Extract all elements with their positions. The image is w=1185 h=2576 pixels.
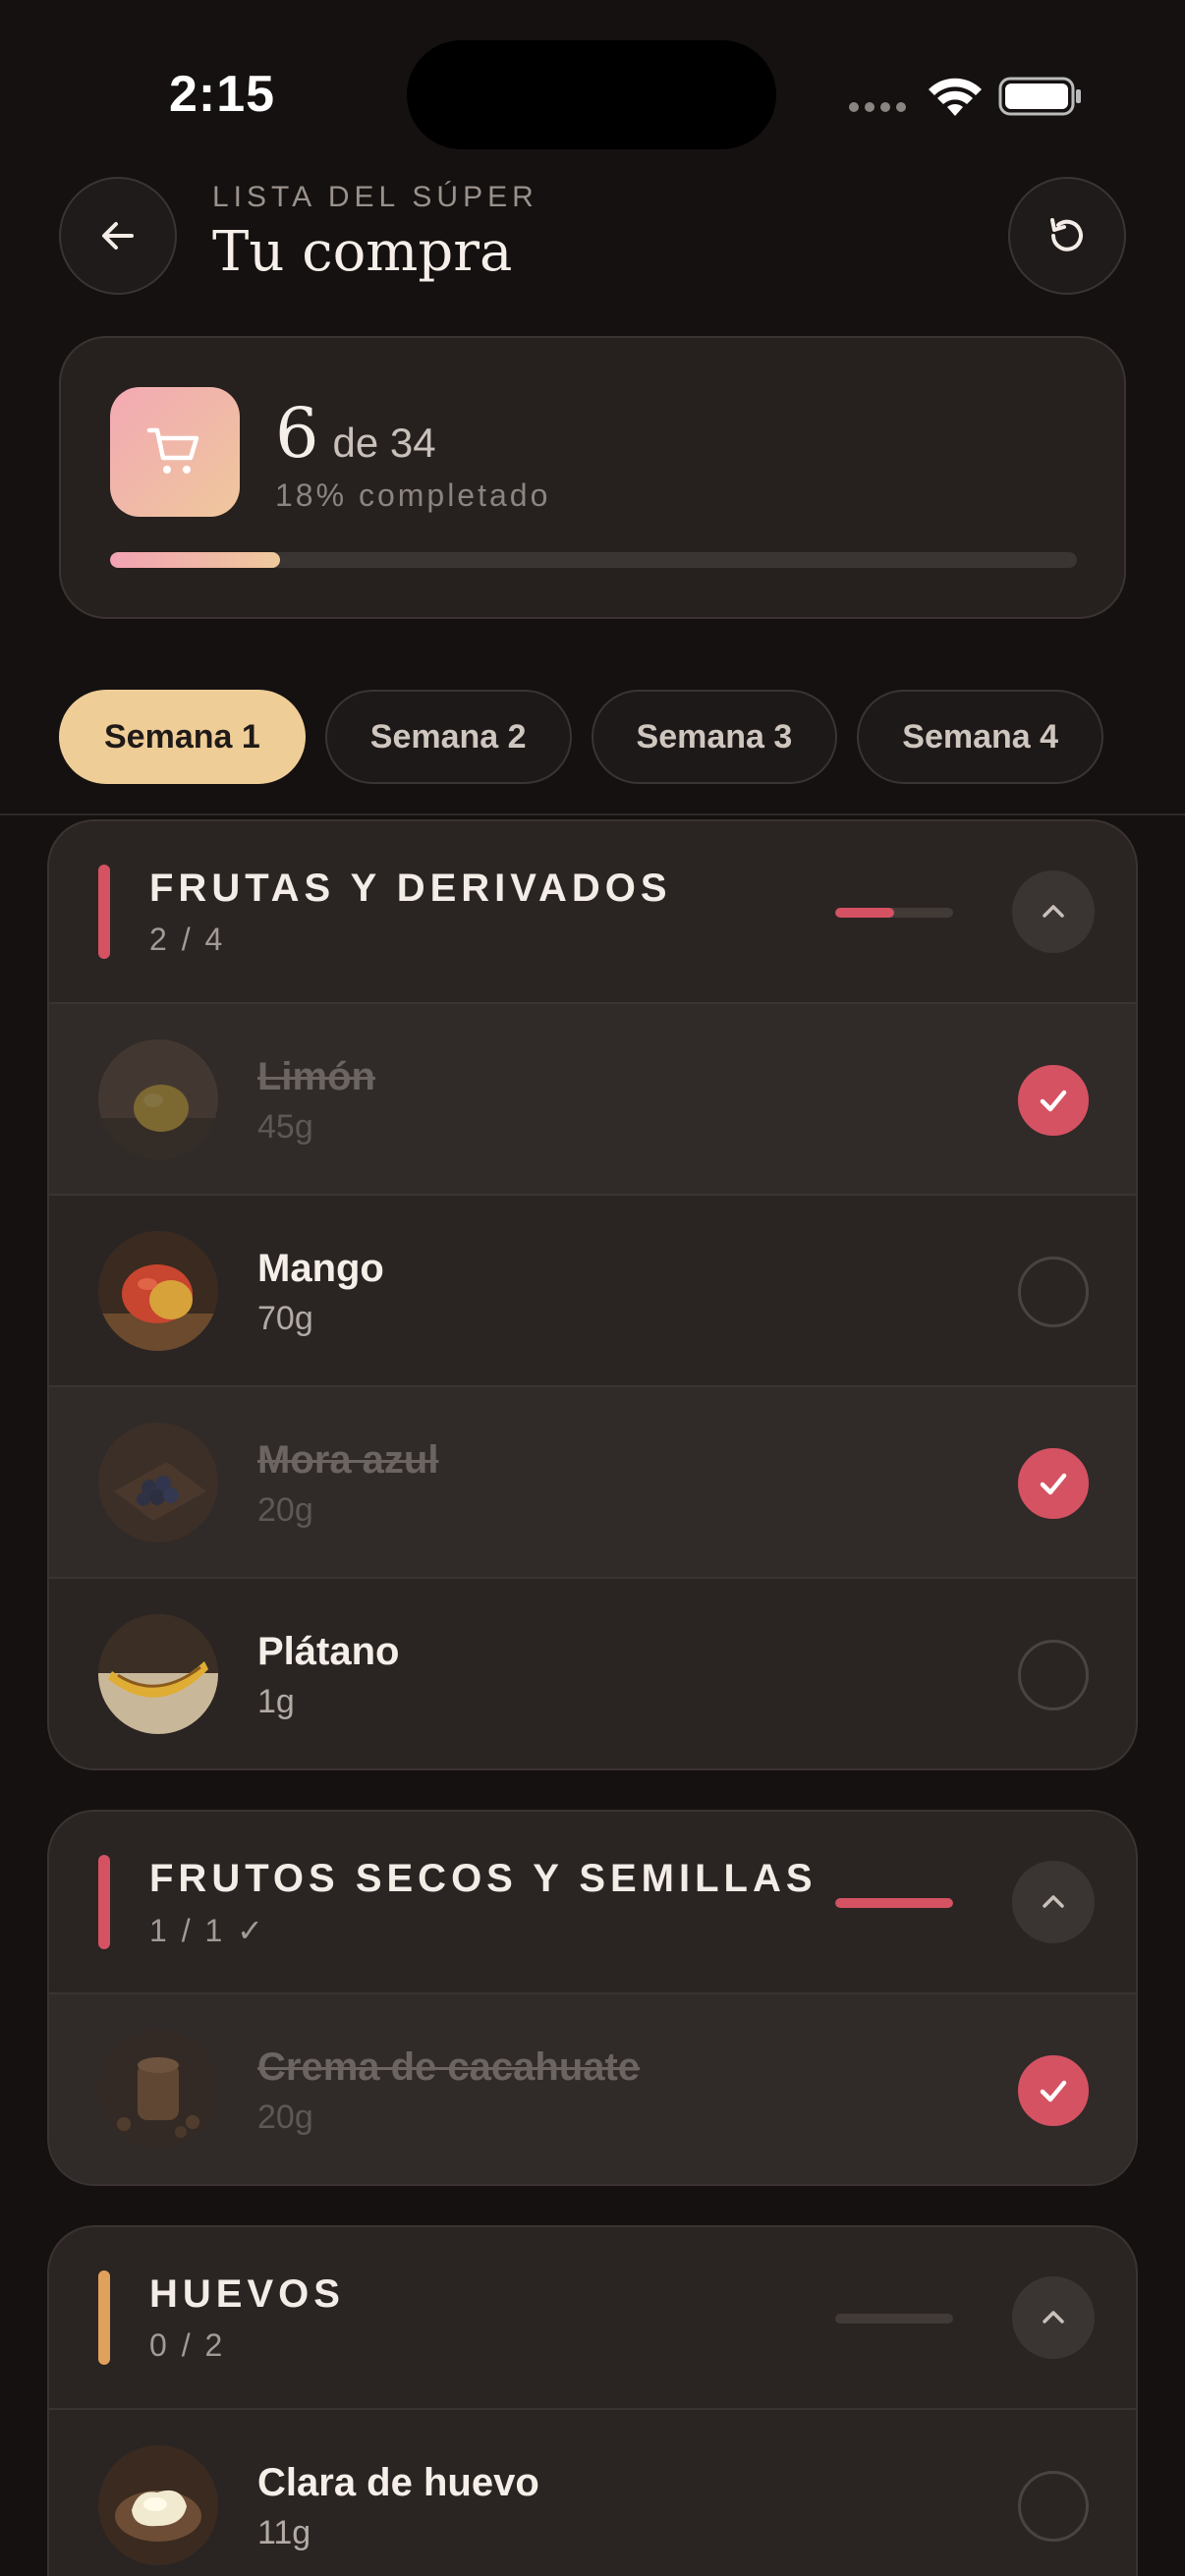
tab-semana-2[interactable]: Semana 2 bbox=[324, 690, 572, 784]
item-name: Clara de huevo bbox=[257, 2461, 539, 2504]
peanut-butter-photo bbox=[98, 2030, 218, 2150]
category-progress-fill bbox=[835, 908, 894, 918]
item-checkbox[interactable] bbox=[1018, 1257, 1089, 1327]
chevron-up-icon bbox=[1043, 2311, 1064, 2324]
progress-count: 6 de 34 bbox=[275, 393, 436, 474]
week-tabs: Semana 1 Semana 2 Semana 3 Semana 4 bbox=[59, 690, 1104, 784]
shopping-cart-icon bbox=[146, 427, 199, 474]
page-title: Tu compra bbox=[212, 220, 513, 284]
wifi-icon bbox=[929, 78, 982, 116]
status-time: 2:15 bbox=[169, 66, 276, 123]
back-button[interactable] bbox=[59, 177, 177, 295]
chevron-up-icon bbox=[1043, 905, 1064, 918]
battery-icon bbox=[998, 77, 1081, 116]
category-progress bbox=[835, 2314, 953, 2324]
item-checkbox[interactable] bbox=[1018, 1065, 1089, 1136]
status-bar: 2:15 bbox=[0, 0, 1185, 167]
category-card-frutos-secos: FRUTOS SECOS Y SEMILLAS 1 / 1 ✓ Crema de… bbox=[47, 1810, 1138, 2186]
category-count: 2 / 4 bbox=[149, 922, 226, 957]
check-icon bbox=[1040, 1090, 1067, 1112]
lemon-photo bbox=[98, 1039, 218, 1159]
category-accent-bar bbox=[98, 1855, 110, 1949]
collapse-button[interactable] bbox=[1012, 2276, 1095, 2359]
check-icon bbox=[1040, 2080, 1067, 2102]
list-item[interactable]: Crema de cacahuate 20g bbox=[49, 1992, 1136, 2184]
list-item[interactable]: Mora azul 20g bbox=[49, 1385, 1136, 1577]
item-checkbox[interactable] bbox=[1018, 2055, 1089, 2126]
category-header[interactable]: FRUTAS Y DERIVADOS 2 / 4 bbox=[49, 821, 1136, 1002]
collapse-button[interactable] bbox=[1012, 1861, 1095, 1943]
progress-card: 6 de 34 18% completado bbox=[59, 336, 1126, 619]
progress-total: de 34 bbox=[332, 420, 436, 466]
item-name: Limón bbox=[257, 1055, 375, 1098]
item-name: Plátano bbox=[257, 1630, 400, 1673]
list-item[interactable]: Plátano 1g bbox=[49, 1577, 1136, 1768]
category-title: FRUTAS Y DERIVADOS bbox=[149, 867, 672, 910]
egg-white-photo bbox=[98, 2445, 218, 2565]
item-checkbox[interactable] bbox=[1018, 2471, 1089, 2542]
tab-semana-1[interactable]: Semana 1 bbox=[59, 690, 306, 784]
item-checkbox[interactable] bbox=[1018, 1640, 1089, 1710]
item-name: Mora azul bbox=[257, 1438, 439, 1482]
arrow-left-icon bbox=[102, 222, 134, 250]
blueberries-photo bbox=[98, 1423, 218, 1542]
category-card-huevos: HUEVOS 0 / 2 Clara de huevo 11g bbox=[47, 2225, 1138, 2576]
item-checkbox[interactable] bbox=[1018, 1448, 1089, 1519]
rotate-ccw-icon bbox=[1050, 218, 1083, 252]
category-progress bbox=[835, 908, 953, 918]
category-title: FRUTOS SECOS Y SEMILLAS bbox=[149, 1857, 818, 1900]
divider bbox=[0, 813, 1185, 815]
item-quantity: 1g bbox=[257, 1683, 295, 1720]
item-quantity: 20g bbox=[257, 2099, 313, 2136]
mango-photo bbox=[98, 1231, 218, 1351]
cellular-signal-icon bbox=[849, 102, 906, 112]
reset-button[interactable] bbox=[1008, 177, 1126, 295]
progress-done: 6 bbox=[275, 393, 319, 474]
item-name: Mango bbox=[257, 1247, 384, 1290]
progress-bar bbox=[110, 552, 1077, 568]
category-accent-bar bbox=[98, 2270, 110, 2365]
tab-semana-3[interactable]: Semana 3 bbox=[591, 690, 838, 784]
category-accent-bar bbox=[98, 865, 110, 959]
item-quantity: 20g bbox=[257, 1491, 313, 1529]
chevron-up-icon bbox=[1043, 1895, 1064, 1908]
banana-photo bbox=[98, 1614, 218, 1734]
category-card-frutas: FRUTAS Y DERIVADOS 2 / 4 Limón 45g Mango… bbox=[47, 819, 1138, 1770]
category-progress bbox=[835, 1898, 953, 1908]
category-header[interactable]: HUEVOS 0 / 2 bbox=[49, 2227, 1136, 2408]
item-quantity: 45g bbox=[257, 1108, 313, 1146]
cart-icon-tile bbox=[110, 387, 240, 517]
check-icon bbox=[1040, 1473, 1067, 1495]
list-item[interactable]: Mango 70g bbox=[49, 1194, 1136, 1385]
item-quantity: 11g bbox=[257, 2514, 311, 2551]
list-item[interactable]: Limón 45g bbox=[49, 1002, 1136, 1194]
category-title: HUEVOS bbox=[149, 2272, 345, 2316]
collapse-button[interactable] bbox=[1012, 870, 1095, 953]
category-count: 1 / 1 ✓ bbox=[149, 1913, 266, 1948]
item-name: Crema de cacahuate bbox=[257, 2045, 641, 2089]
dynamic-island bbox=[407, 40, 776, 149]
progress-percent: 18% completado bbox=[275, 477, 551, 513]
header-eyebrow: LISTA DEL SÚPER bbox=[212, 181, 538, 213]
progress-bar-fill bbox=[110, 552, 281, 568]
category-count: 0 / 2 bbox=[149, 2327, 226, 2363]
category-header[interactable]: FRUTOS SECOS Y SEMILLAS 1 / 1 ✓ bbox=[49, 1812, 1136, 1992]
item-quantity: 70g bbox=[257, 1300, 313, 1337]
category-progress-fill bbox=[835, 1898, 953, 1908]
tab-semana-4[interactable]: Semana 4 bbox=[857, 690, 1104, 784]
list-item[interactable]: Clara de huevo 11g bbox=[49, 2408, 1136, 2576]
